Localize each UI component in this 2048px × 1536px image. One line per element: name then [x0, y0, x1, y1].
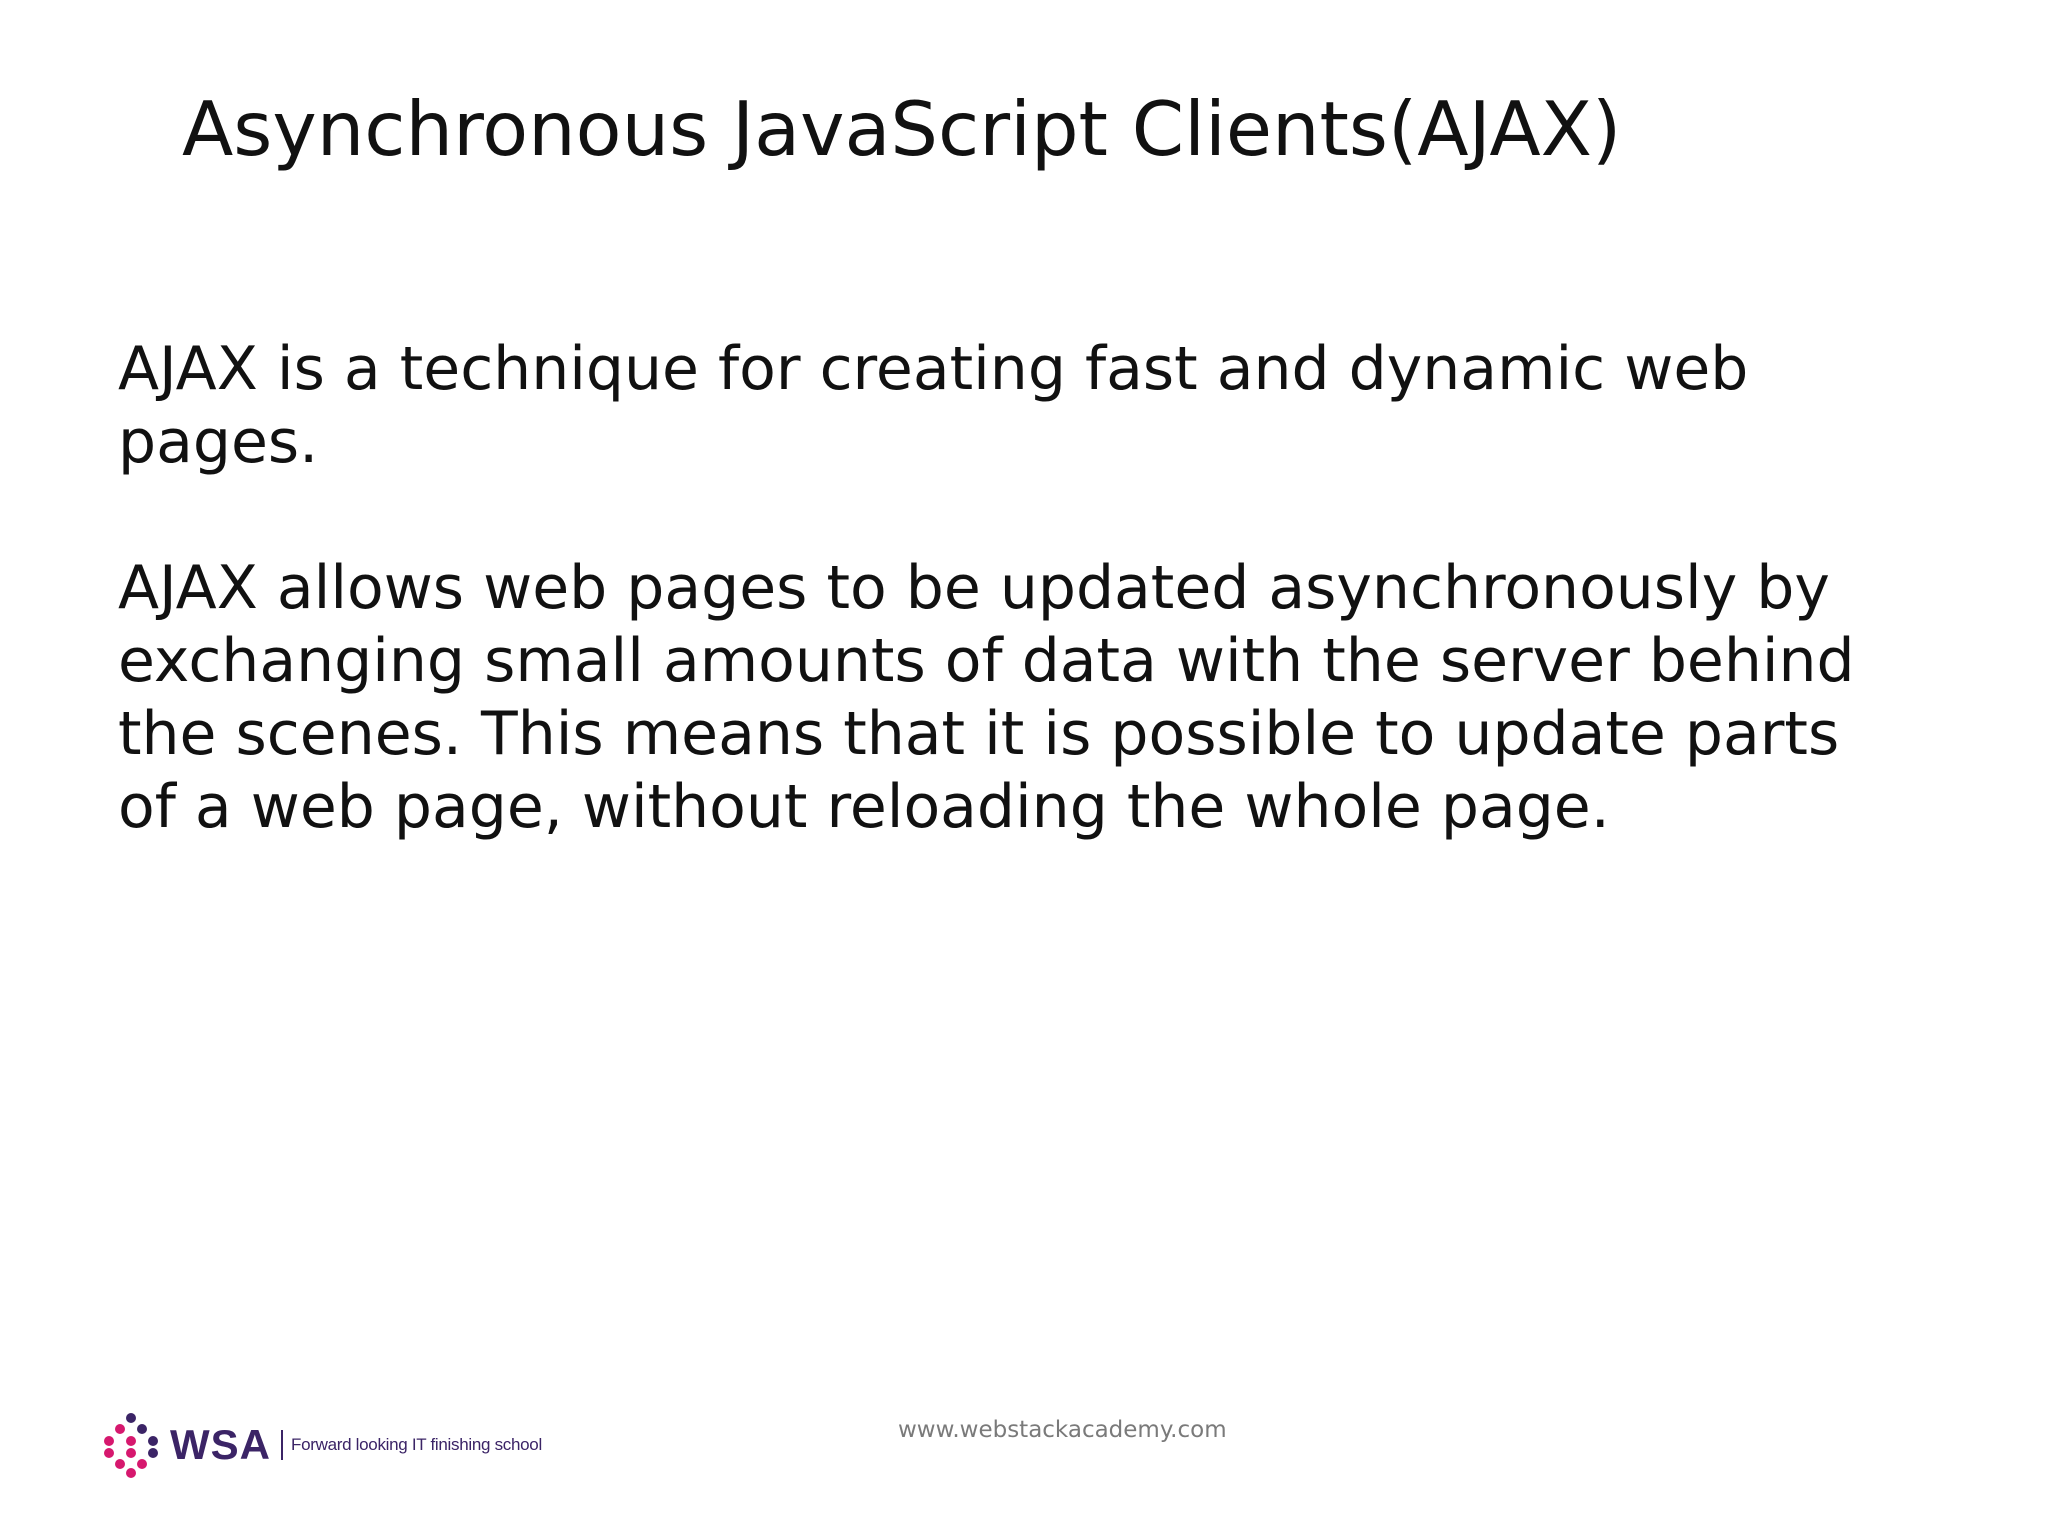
slide-title: Asynchronous JavaScript Clients(AJAX) [182, 85, 1622, 173]
logo-wordmark: WSA [170, 1421, 271, 1468]
body-paragraph: AJAX allows web pages to be updated asyn… [118, 553, 1855, 842]
logo-tagline: Forward looking IT finishing school [291, 1435, 542, 1454]
wsa-dots-logo-icon [104, 1413, 158, 1478]
footer-url: www.webstackacademy.com [898, 1417, 1227, 1443]
slide-body: AJAX is a technique for creating fast an… [118, 333, 1998, 844]
wsa-logo: WSA Forward looking IT finishing school [100, 1412, 542, 1478]
body-paragraph: AJAX is a technique for creating fast an… [118, 334, 1749, 477]
logo-divider [281, 1430, 283, 1460]
